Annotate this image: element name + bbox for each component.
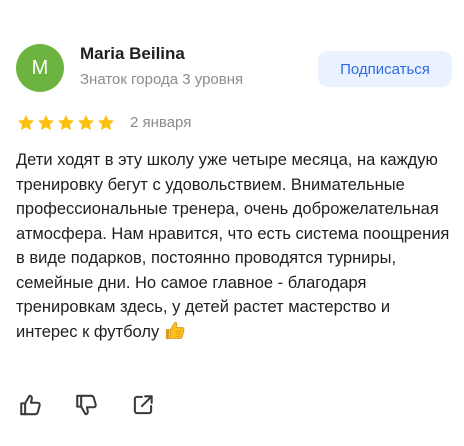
star-icon [97, 114, 115, 131]
thumbs-up-emoji-icon [165, 321, 185, 339]
share-icon[interactable] [130, 392, 156, 418]
thumbs-up-icon[interactable] [18, 392, 44, 418]
star-icon [57, 114, 75, 131]
author-level: Знаток города 3 уровня [80, 71, 244, 88]
review-date: 2 января [130, 114, 192, 131]
subscribe-button[interactable]: Подписаться [318, 51, 452, 87]
review-body: Дети ходят в эту школу уже четыре месяца… [16, 151, 450, 341]
review-text: Дети ходят в эту школу уже четыре месяца… [16, 148, 456, 344]
star-icon [77, 114, 95, 131]
avatar[interactable]: M [16, 44, 64, 92]
review-actions [18, 392, 156, 418]
avatar-initial: M [31, 56, 49, 79]
star-rating [16, 113, 116, 133]
thumbs-down-icon[interactable] [74, 392, 100, 418]
author-name[interactable]: Maria Beilina [80, 44, 185, 64]
star-icon [37, 114, 55, 131]
star-icon [17, 114, 35, 131]
